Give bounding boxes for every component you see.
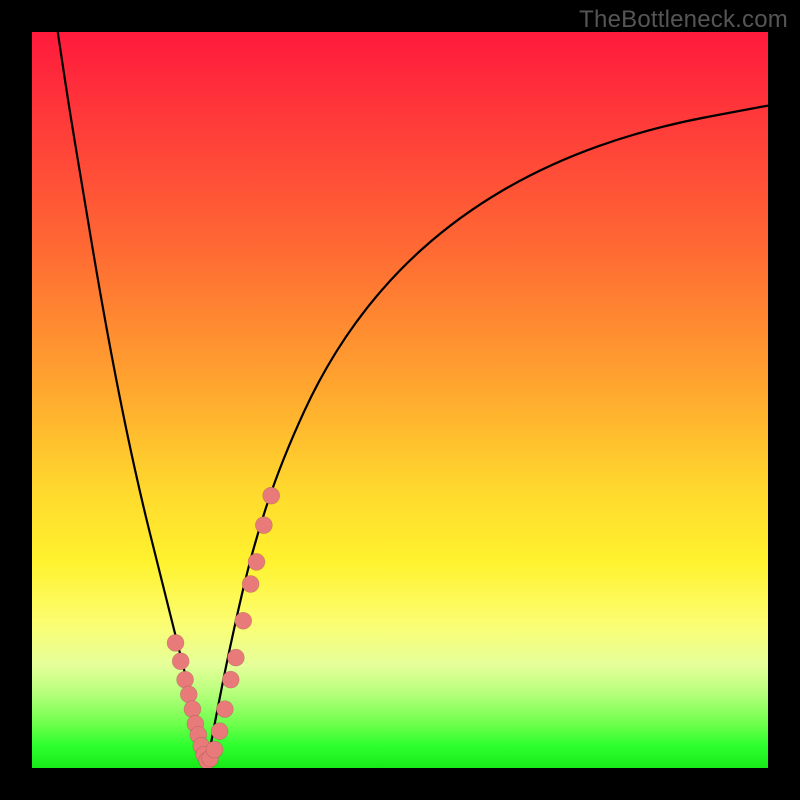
scatter-point bbox=[227, 649, 244, 666]
scatter-point bbox=[206, 741, 223, 758]
curve-right-branch bbox=[206, 106, 768, 768]
scatter-point bbox=[255, 517, 272, 534]
scatter-point bbox=[222, 671, 239, 688]
plot-area bbox=[32, 32, 768, 768]
scatter-point bbox=[263, 487, 280, 504]
chart-svg bbox=[32, 32, 768, 768]
scatter-point bbox=[172, 653, 189, 670]
scatter-point bbox=[211, 723, 228, 740]
scatter-points-group bbox=[167, 487, 280, 768]
scatter-point bbox=[184, 701, 201, 718]
scatter-point bbox=[235, 612, 252, 629]
chart-container: TheBottleneck.com bbox=[0, 0, 800, 800]
scatter-point bbox=[167, 634, 184, 651]
scatter-point bbox=[242, 576, 259, 593]
scatter-point bbox=[248, 553, 265, 570]
scatter-point bbox=[180, 686, 197, 703]
attribution-text: TheBottleneck.com bbox=[579, 6, 788, 34]
scatter-point bbox=[177, 671, 194, 688]
scatter-point bbox=[216, 701, 233, 718]
